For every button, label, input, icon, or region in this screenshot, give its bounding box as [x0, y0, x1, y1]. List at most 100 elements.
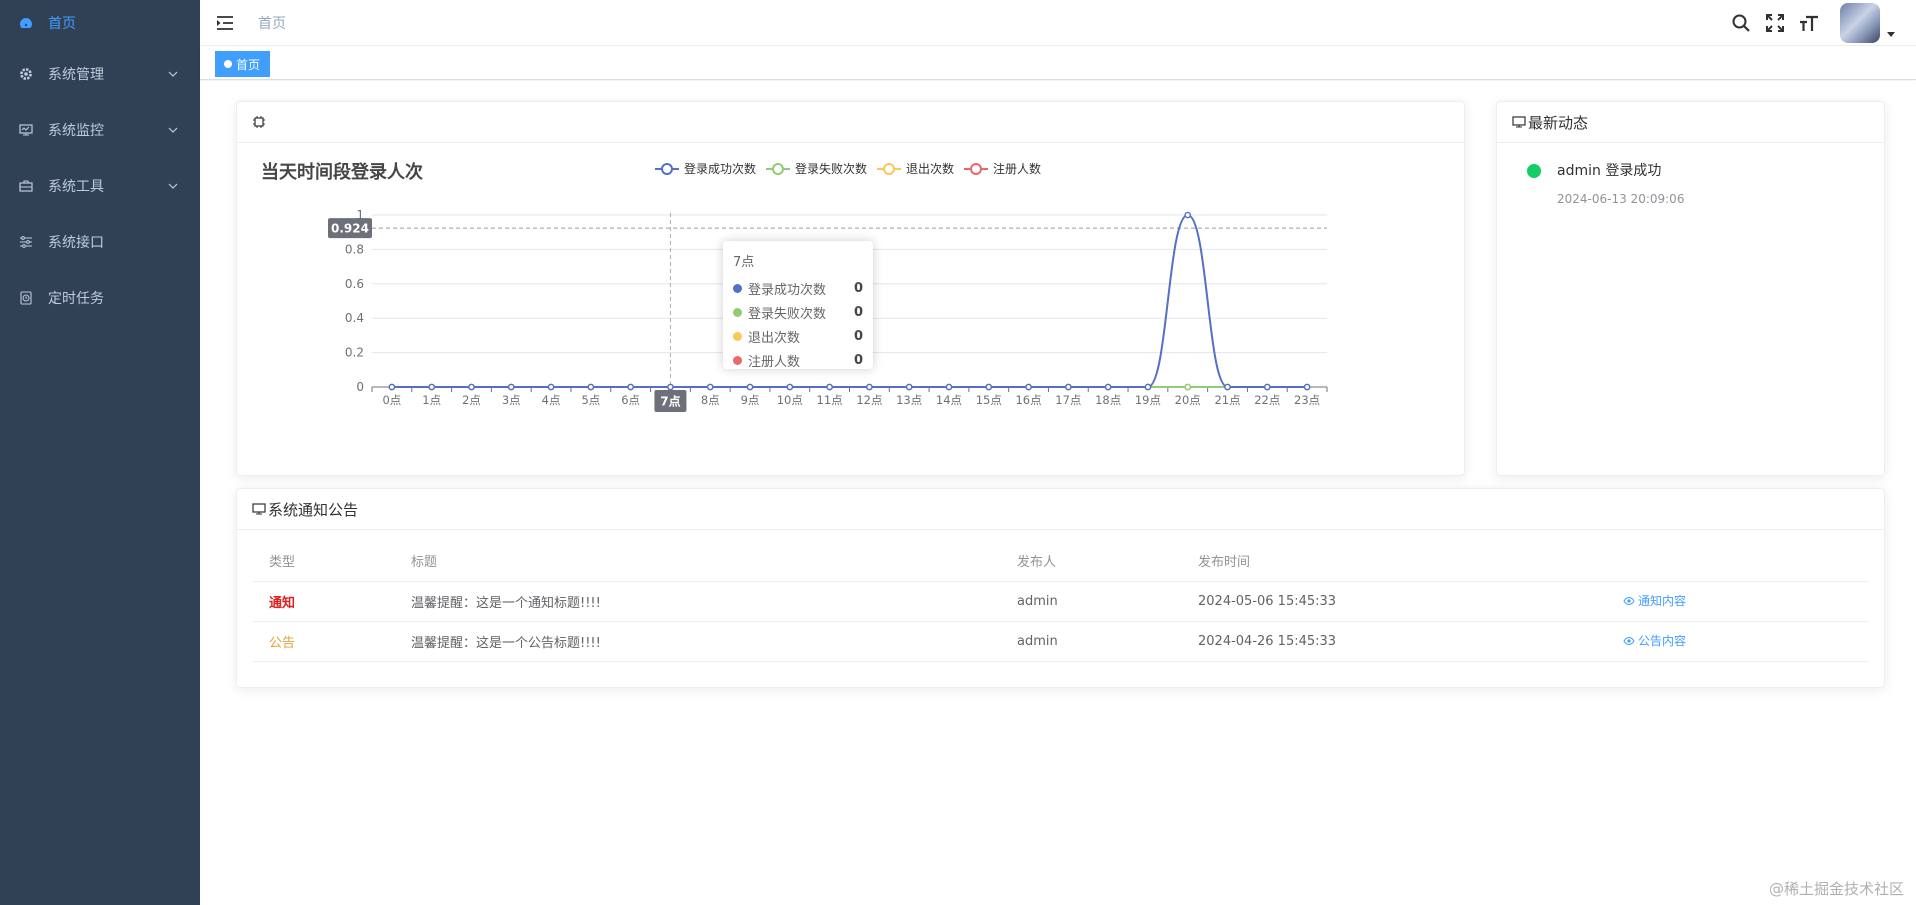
data-point [985, 383, 993, 391]
notice-card: 系统通知公告 类型 标题 发布人 发布时间 通知 温馨提醒：这是一个通知标题!!… [236, 488, 1885, 688]
x-tick-label: 4点 [542, 393, 561, 407]
column-header: 发布人 [1001, 541, 1182, 582]
sidebar-item-label: 系统工具 [48, 179, 104, 195]
sidebar-item-home[interactable]: 首页 [0, 0, 200, 46]
data-point [468, 383, 475, 391]
notice-table: 类型 标题 发布人 发布时间 通知 温馨提醒：这是一个通知标题!!!! admi… [253, 541, 1868, 662]
sidebar-item-system-api[interactable]: 系统接口 [0, 214, 200, 270]
notice-time: 2024-04-26 15:45:33 [1182, 621, 1607, 662]
data-point [1184, 383, 1192, 391]
data-point [587, 383, 595, 391]
link-label: 公告内容 [1638, 634, 1687, 649]
chevron-down-icon [168, 71, 178, 77]
data-point [388, 383, 396, 391]
y-tick-label: 0.2 [345, 346, 364, 360]
sidebar-item-label: 系统监控 [48, 123, 104, 139]
view-notice-link[interactable]: 通知内容 [1623, 592, 1686, 609]
tag-home[interactable]: 首页 [215, 51, 271, 77]
fullscreen-icon[interactable] [1764, 12, 1786, 34]
data-point [905, 383, 913, 391]
y-tick-label: 0.8 [345, 242, 364, 256]
caret-down-icon[interactable] [1886, 29, 1896, 39]
hamburger-icon[interactable] [216, 14, 234, 32]
data-point [547, 383, 555, 391]
sidebar-item-label: 定时任务 [48, 291, 104, 307]
clock-icon [18, 290, 34, 306]
x-tick-label: 1点 [422, 393, 441, 407]
data-point [667, 383, 674, 391]
sliders-icon [18, 234, 34, 250]
x-tick-label: 14点 [936, 393, 962, 407]
sidebar-item-scheduled-tasks[interactable]: 定时任务 [0, 270, 200, 326]
data-point [428, 383, 435, 391]
x-tick-label: 19点 [1135, 393, 1161, 407]
table-row: 通知 温馨提醒：这是一个通知标题!!!! admin 2024-05-06 15… [253, 581, 1868, 622]
tooltip-series-name: 登录成功次数 [748, 282, 827, 298]
latest-news-card: 最新动态 admin 登录成功 2024-06-13 20:09:06 [1496, 101, 1885, 476]
tooltip-marker [733, 331, 742, 341]
news-item-title: admin 登录成功 [1557, 163, 1662, 179]
news-card-header: 最新动态 [1497, 102, 1884, 143]
chart-tooltip: 7点 登录成功次数 0 登录失败次数 0 退出次数 0 注册人数 0 [723, 241, 873, 372]
tags-view: 首页 [200, 46, 1916, 80]
column-header [1607, 541, 1868, 582]
tag-label: 首页 [236, 57, 261, 72]
tooltip-series-name: 退出次数 [748, 330, 801, 346]
sidebar-item-system-management[interactable]: 系统管理 [0, 46, 200, 102]
data-point [1184, 211, 1192, 219]
toolbox-icon [18, 178, 34, 194]
data-point [706, 383, 714, 391]
x-tick-label: 18点 [1095, 393, 1121, 407]
notice-time: 2024-05-06 15:45:33 [1182, 581, 1607, 622]
tooltip-series-name: 注册人数 [748, 354, 801, 370]
tooltip-value: 0 [853, 352, 863, 368]
tooltip-value: 0 [853, 328, 863, 344]
sidebar-item-label: 系统接口 [48, 235, 104, 251]
tooltip-marker [733, 283, 742, 293]
eye-icon [1623, 636, 1635, 645]
tooltip-marker [733, 355, 742, 365]
x-tick-label: 15点 [976, 393, 1002, 407]
y-tick-label: 0.6 [345, 277, 364, 291]
data-point [1104, 383, 1112, 391]
column-header: 标题 [395, 541, 1001, 582]
x-tick-label: 22点 [1254, 393, 1280, 407]
sidebar: 首页 系统管理 系统监控 系统工具 系统接口 定时任务 [0, 0, 200, 905]
monitor-icon [18, 122, 34, 138]
tooltip-row: 注册人数 0 [733, 348, 863, 372]
login-chart-card: 当天时间段登录人次 登录成功次数 登录失败次数 退出次数 注册人数 0 0.2 0.… [236, 101, 1465, 476]
x-tick-label: 11点 [817, 393, 843, 407]
sidebar-item-label: 首页 [48, 16, 76, 32]
font-size-icon[interactable] [1798, 12, 1820, 34]
x-tick-label: 17点 [1055, 393, 1081, 407]
tag-active-dot [224, 60, 232, 68]
sidebar-item-system-monitor[interactable]: 系统监控 [0, 102, 200, 158]
data-point [1025, 383, 1032, 391]
data-point [1144, 383, 1152, 391]
breadcrumb[interactable]: 首页 [258, 13, 286, 33]
avatar[interactable] [1840, 3, 1880, 43]
sidebar-item-system-tools[interactable]: 系统工具 [0, 158, 200, 214]
tooltip-value: 0 [853, 304, 863, 320]
view-announcement-link[interactable]: 公告内容 [1623, 632, 1686, 649]
x-tick-label: 6点 [621, 393, 640, 407]
column-header: 类型 [253, 541, 395, 582]
x-tick-label: 2点 [462, 393, 481, 407]
tooltip-row: 退出次数 0 [733, 324, 863, 348]
tooltip-row: 登录失败次数 0 [733, 300, 863, 324]
gear-icon [18, 66, 34, 82]
tooltip-marker [733, 307, 742, 317]
notice-card-title: 系统通知公告 [268, 500, 359, 519]
data-point [1264, 383, 1271, 391]
link-label: 通知内容 [1638, 594, 1687, 609]
data-point [1065, 383, 1072, 391]
navbar-right [1730, 0, 1916, 46]
notice-card-header: 系统通知公告 [237, 489, 1884, 530]
x-tick-label: 21点 [1214, 393, 1240, 407]
y-tick-label: 0 [356, 380, 364, 394]
x-tick-label: 10点 [777, 393, 803, 407]
x-pointer-label: 7点 [660, 394, 680, 409]
data-point [1303, 383, 1311, 391]
chevron-down-icon [168, 183, 178, 189]
search-icon[interactable] [1730, 12, 1752, 34]
